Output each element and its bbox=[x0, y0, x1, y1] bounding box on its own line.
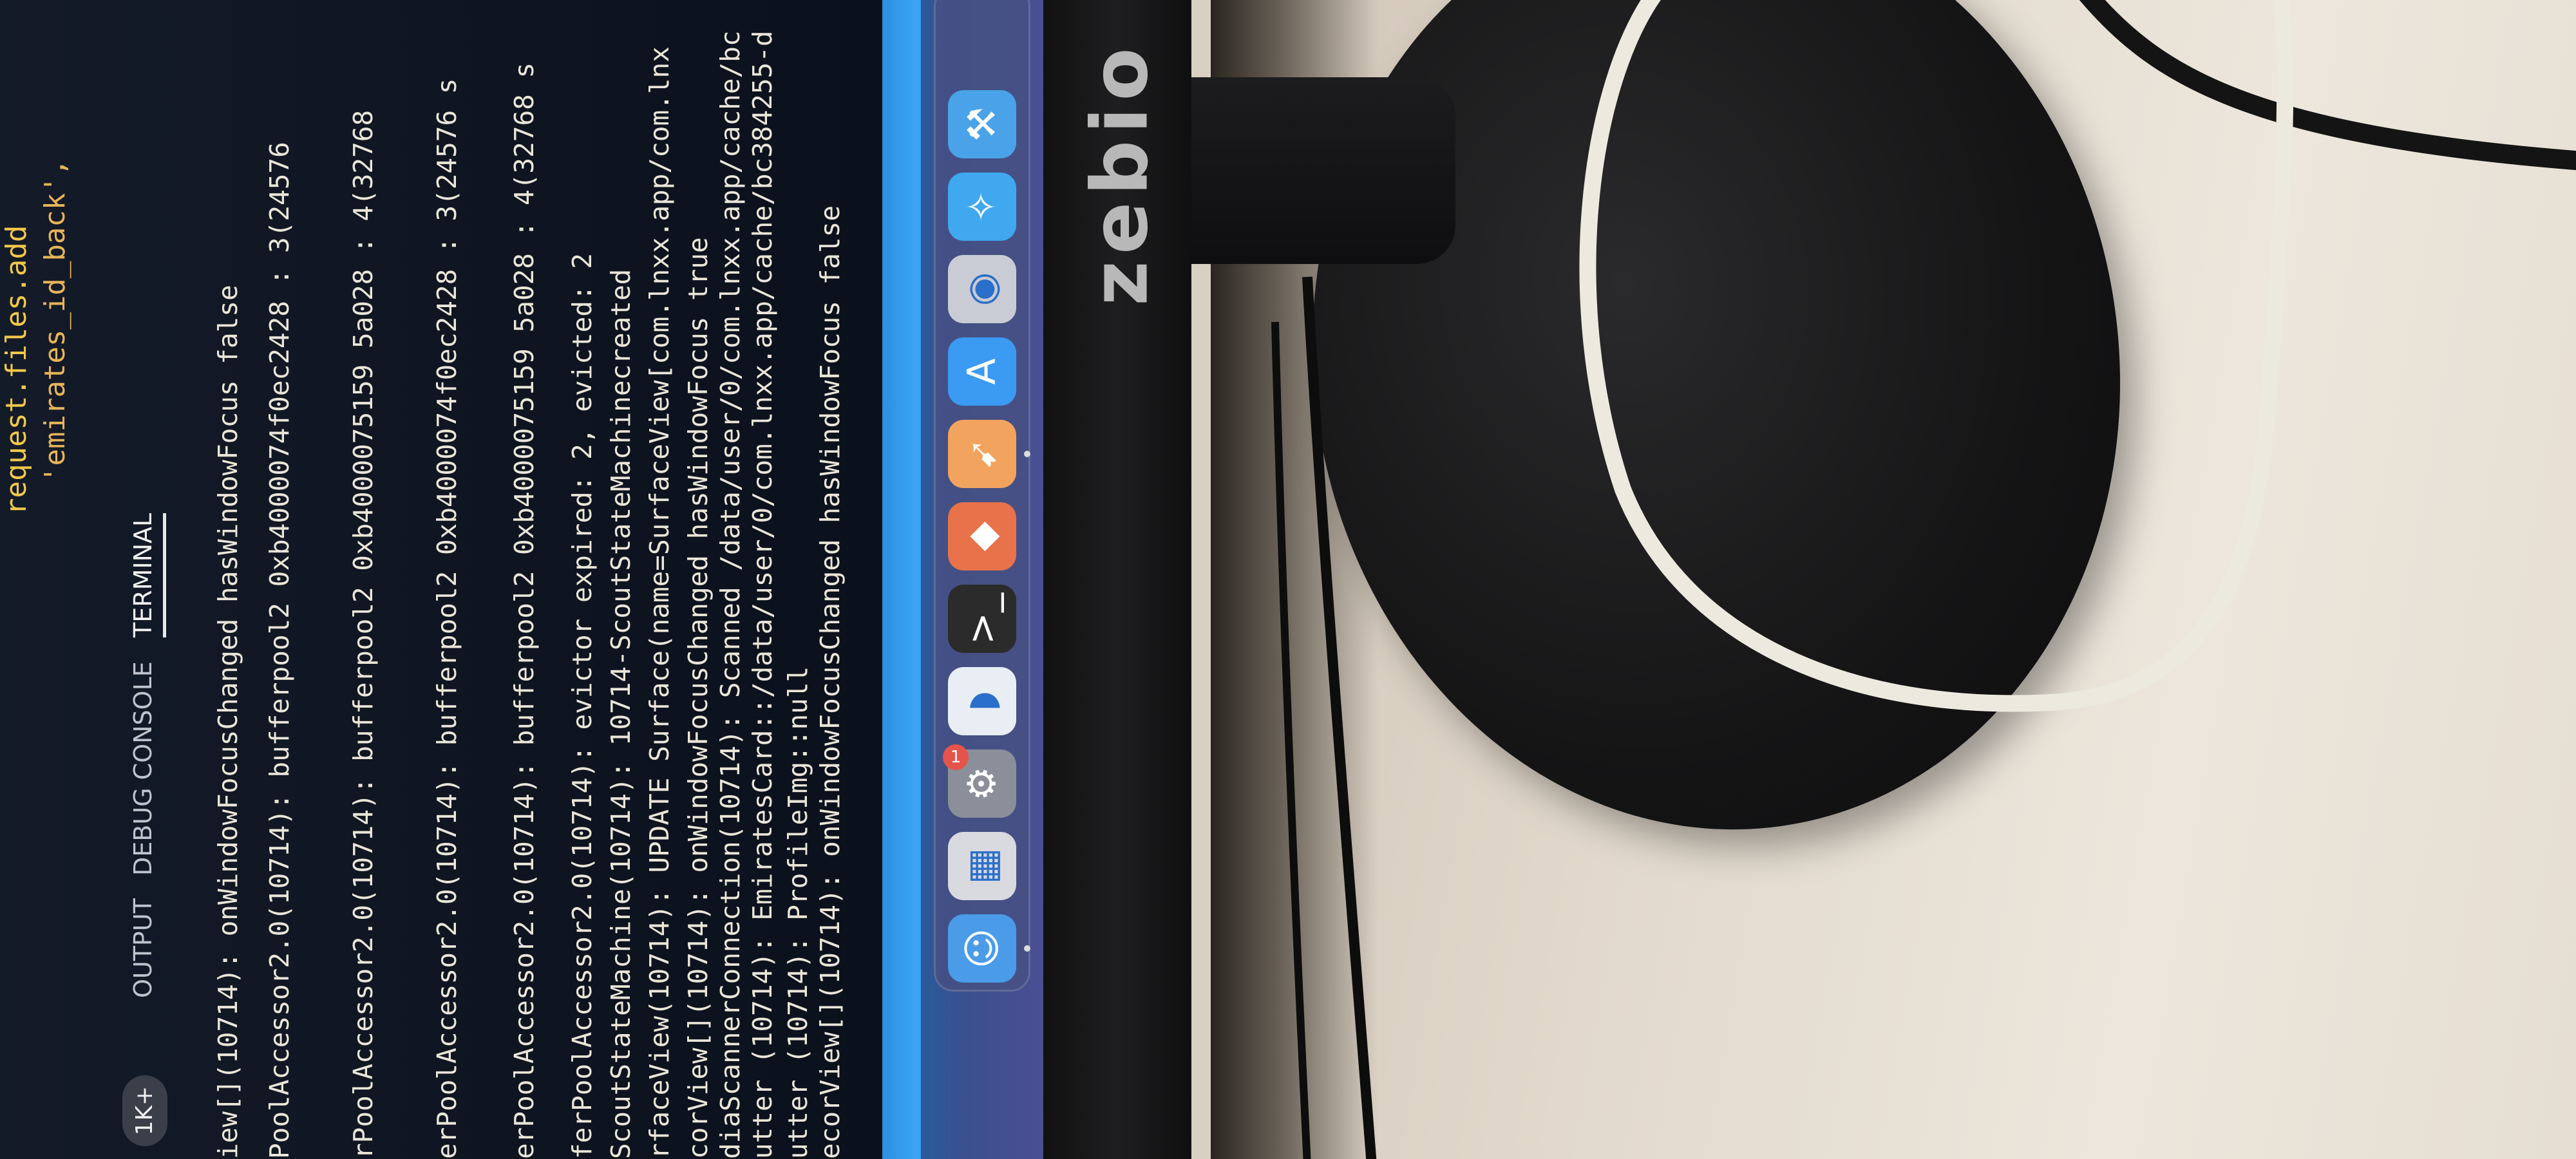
system-settings-icon[interactable]: ⚙ 1 bbox=[943, 744, 1016, 818]
screenshot-icon-glyph: ◉ bbox=[959, 272, 1005, 306]
panel-tab-bar: 1K+ OUTPUT DEBUG CONSOLE TERMINAL bbox=[109, 0, 180, 1159]
terminal-line: utter (10714): EmiratesCard::/data/user/… bbox=[747, 30, 778, 1159]
terminal-line: utter (10714): ProfileImg::null bbox=[782, 666, 813, 1159]
launchpad-icon-glyph: ▦ bbox=[959, 847, 1005, 885]
terminal-line: ecorView[](10714): onWindowFocusChanged … bbox=[815, 205, 846, 1159]
terminal-line: ScoutStateMachine(10714): 10714-ScoutSta… bbox=[605, 269, 636, 1159]
problems-count-badge[interactable]: 1K+ bbox=[122, 1075, 167, 1146]
postman-icon[interactable]: ➹ bbox=[948, 420, 1016, 488]
app-store-icon[interactable]: A bbox=[948, 337, 1016, 406]
dock: ☺ ▦ ⚙ 1 ◗ >_ ◆ ➹ A ◉ ✧ ⚒ bbox=[934, 0, 1030, 992]
finder-icon-glyph: ☺ bbox=[960, 928, 1005, 969]
xcode-icon-glyph: ⚒ bbox=[959, 107, 1005, 142]
terminal-line: ferPoolAccessor2.0(10714): evictor expir… bbox=[567, 253, 598, 1159]
notification-badge: 1 bbox=[943, 744, 969, 770]
xcode-icon[interactable]: ⚒ bbox=[948, 90, 1016, 158]
launchpad-icon[interactable]: ▦ bbox=[948, 832, 1016, 900]
terminal-icon[interactable]: >_ bbox=[948, 585, 1016, 653]
finder-icon[interactable]: ☺ bbox=[948, 914, 1016, 983]
terminal-panel: request.files.add 'emirates_id_back', 1K… bbox=[0, 0, 882, 1159]
postman-icon-glyph: ➹ bbox=[960, 437, 1005, 471]
git-tool-icon[interactable]: ◆ bbox=[948, 502, 1016, 570]
terminal-line: erPoolAccessor2.0(10714): bufferpool2 0x… bbox=[431, 78, 462, 1159]
running-indicator bbox=[1024, 451, 1030, 457]
tab-terminal[interactable]: TERMINAL bbox=[129, 513, 157, 637]
monitor-screen: request.files.add 'emirates_id_back', 1K… bbox=[0, 0, 1043, 1159]
vscode-icon[interactable]: ◗ bbox=[948, 667, 1016, 735]
app-store-icon-glyph: A bbox=[959, 358, 1005, 385]
code-line-2: 'emirates_id_back', bbox=[39, 158, 71, 483]
terminal-line: rfaceView(10714): UPDATE Surface(name=Su… bbox=[644, 46, 675, 1159]
git-tool-icon-glyph: ◆ bbox=[960, 521, 1005, 552]
code-line-1: request.files.add bbox=[0, 225, 33, 515]
tab-debug-console[interactable]: DEBUG CONSOLE bbox=[129, 661, 157, 876]
terminal-line: rPoolAccessor2.0(10714): bufferpool2 0xb… bbox=[348, 109, 379, 1159]
terminal-line: iew[](10714): onWindowFocusChanged hasWi… bbox=[213, 285, 243, 1159]
terminal-line: PoolAccessor2.0(10714): bufferpool2 0xb4… bbox=[264, 142, 295, 1159]
terminal-line: corView[](10714): onWindowFocusChanged h… bbox=[683, 237, 714, 1159]
terminal-icon-glyph: >_ bbox=[960, 592, 1005, 645]
screenshot-icon[interactable]: ◉ bbox=[948, 255, 1016, 323]
monitor-stand-neck bbox=[1172, 77, 1455, 264]
terminal-line: diaScannerConnection(10714): Scanned /da… bbox=[715, 30, 746, 1159]
safari-icon[interactable]: ✧ bbox=[948, 173, 1016, 241]
tab-output[interactable]: OUTPUT bbox=[129, 898, 157, 998]
terminal-line: erPoolAccessor2.0(10714): bufferpool2 0x… bbox=[509, 62, 540, 1159]
system-settings-icon-glyph: ⚙ bbox=[959, 766, 1005, 801]
vscode-icon-glyph: ◗ bbox=[960, 691, 1005, 711]
safari-icon-glyph: ✧ bbox=[960, 190, 1005, 223]
brand-name: zebio bbox=[1075, 41, 1166, 306]
brand-logo: zebio bbox=[1076, 6, 1166, 316]
running-indicator bbox=[1024, 945, 1030, 952]
